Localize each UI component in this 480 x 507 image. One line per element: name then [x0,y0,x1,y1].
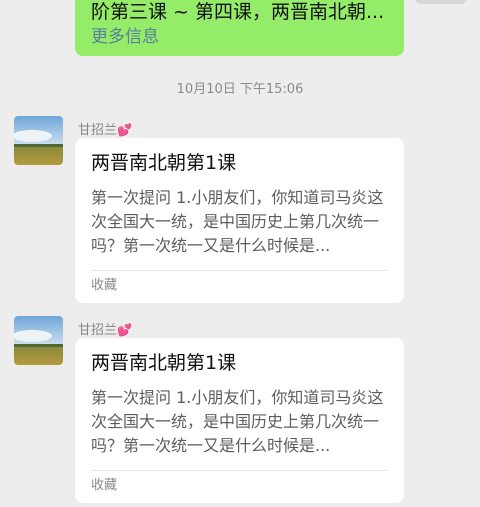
sender-name-row: 甘招兰💕 [78,119,132,138]
shared-card[interactable]: 两晋南北朝第1课 第一次提问 1.小朋友们，你知道司马炎这次全国大一统，是中国历… [75,338,404,503]
more-info-link[interactable]: 更多信息 [91,25,388,49]
message-timestamp: 10月10日 下午15:06 [176,82,304,97]
card-title: 两晋南北朝第1课 [91,352,237,374]
heart-emoji-icon: 💕 [117,323,132,337]
heart-emoji-icon: 💕 [117,123,132,137]
sender-name: 甘招兰 [78,123,118,138]
sender-avatar[interactable] [14,316,63,365]
outgoing-message-text: 阶第三课 ~ 第四课，两晋南北朝... [91,1,385,23]
card-title: 两晋南北朝第1课 [91,152,237,174]
card-source-label: 收藏 [91,278,118,293]
card-source-label: 收藏 [91,478,118,493]
sender-name: 甘招兰 [78,323,118,338]
landscape-avatar-icon [14,116,63,165]
sender-avatar[interactable] [14,116,63,165]
shared-card[interactable]: 两晋南北朝第1课 第一次提问 1.小朋友们，你知道司马炎这次全国大一统，是中国历… [75,138,404,303]
outgoing-message-bubble[interactable]: 阶第三课 ~ 第四课，两晋南北朝... 更多信息 [75,0,404,56]
card-description: 第一次提问 1.小朋友们，你知道司马炎这次全国大一统，是中国历史上第几次统一吗？… [91,388,384,455]
my-avatar[interactable] [415,0,467,4]
landscape-avatar-icon [14,316,63,365]
sender-name-row: 甘招兰💕 [78,319,132,338]
card-description: 第一次提问 1.小朋友们，你知道司马炎这次全国大一统，是中国历史上第几次统一吗？… [91,188,384,255]
